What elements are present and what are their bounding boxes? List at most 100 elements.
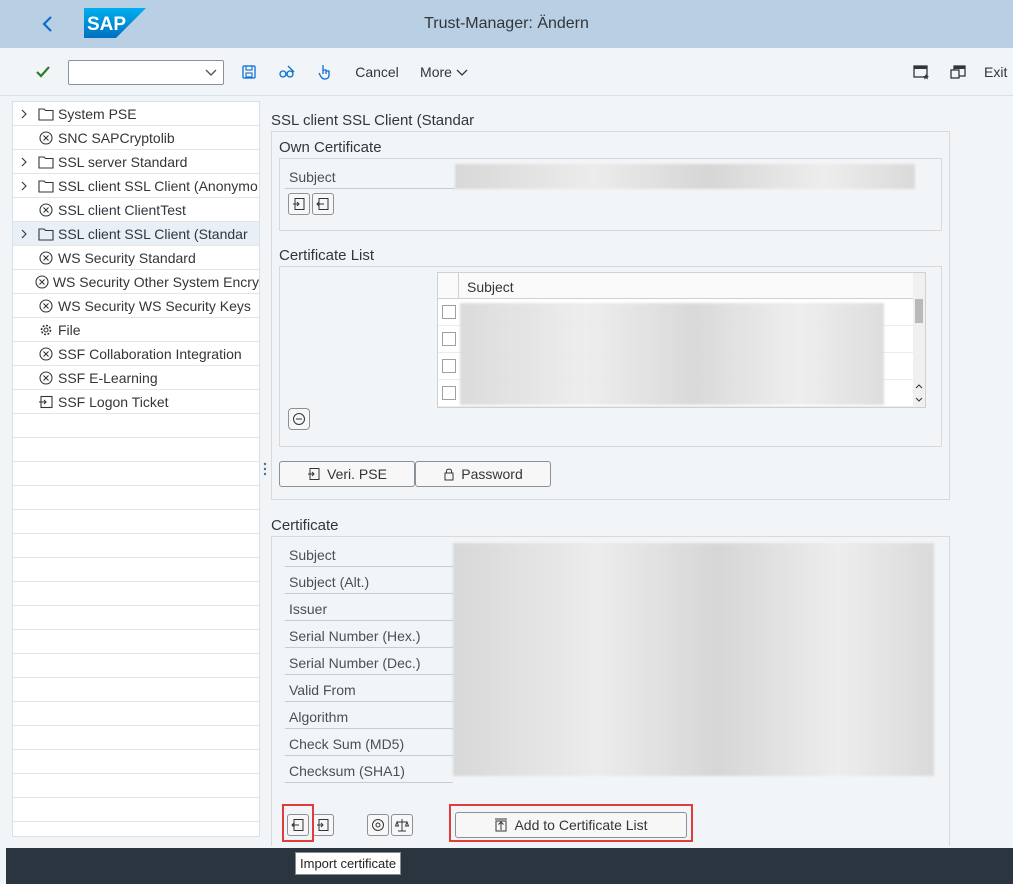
tree-empty-row bbox=[13, 438, 259, 462]
tooltip: Import certificate bbox=[295, 852, 402, 875]
touch-button[interactable] bbox=[314, 48, 336, 96]
save-icon bbox=[242, 65, 256, 79]
tree-empty-row bbox=[13, 702, 259, 726]
chevron-right-icon[interactable] bbox=[13, 228, 35, 240]
pse-title: SSL client SSL Client (Standar bbox=[271, 112, 475, 129]
import-certificate-button[interactable] bbox=[287, 814, 309, 836]
export-own-button[interactable] bbox=[312, 193, 334, 215]
column-subject: Subject bbox=[467, 279, 514, 295]
chevron-right-icon[interactable] bbox=[13, 108, 35, 120]
field-underline bbox=[285, 620, 453, 621]
field-underline bbox=[285, 674, 453, 675]
row-checkbox[interactable] bbox=[442, 359, 456, 373]
cancel-button[interactable]: Cancel bbox=[352, 48, 402, 96]
certificate-field-label: Algorithm bbox=[289, 709, 349, 725]
add-to-certificate-list-button[interactable]: Add to Certificate List bbox=[455, 812, 687, 838]
tree-item[interactable]: SSL client SSL Client (Standar bbox=[13, 222, 259, 246]
tree-empty-row bbox=[13, 534, 259, 558]
row-checkbox[interactable] bbox=[442, 305, 456, 319]
cancel-label: Cancel bbox=[355, 64, 399, 80]
tree-item[interactable]: System PSE bbox=[13, 102, 259, 126]
import-certificate-icon bbox=[291, 819, 304, 831]
tree-empty-row bbox=[13, 558, 259, 582]
circle-x-icon bbox=[35, 130, 57, 145]
more-label: More bbox=[420, 64, 452, 80]
certificate-list-table: Subject bbox=[437, 272, 926, 408]
tree-item[interactable]: SSL client SSL Client (Anonymo bbox=[13, 174, 259, 198]
tree-item[interactable]: WS Security WS Security Keys bbox=[13, 294, 259, 318]
tree-empty-row bbox=[13, 678, 259, 702]
tree-item-label: WS Security WS Security Keys bbox=[58, 297, 251, 314]
field-underline bbox=[285, 701, 453, 702]
tree-item[interactable]: SSF E-Learning bbox=[13, 366, 259, 390]
glasses-pencil-icon bbox=[279, 65, 295, 78]
certificate-values bbox=[453, 543, 934, 776]
tree-empty-row bbox=[13, 486, 259, 510]
more-button[interactable]: More bbox=[416, 48, 472, 96]
enter-button[interactable] bbox=[30, 48, 56, 96]
circle-x-icon bbox=[35, 250, 57, 265]
field-underline bbox=[285, 728, 453, 729]
display-change-button[interactable] bbox=[276, 48, 298, 96]
tree-item[interactable]: SSL server Standard bbox=[13, 150, 259, 174]
scales-icon bbox=[395, 819, 409, 832]
folder-icon bbox=[35, 155, 57, 169]
certificate-seal-icon bbox=[372, 819, 384, 831]
scrollbar-thumb[interactable] bbox=[915, 299, 923, 323]
gear-icon bbox=[35, 323, 57, 337]
field-underline bbox=[285, 647, 453, 648]
drag-handle-icon bbox=[263, 462, 267, 475]
tree-empty-row bbox=[13, 582, 259, 606]
remove-certificate-button[interactable] bbox=[288, 408, 310, 430]
tree-item-label: SSL client ClientTest bbox=[58, 201, 186, 218]
tree-item[interactable]: SSF Logon Ticket bbox=[13, 390, 259, 414]
veri-pse-label: Veri. PSE bbox=[327, 466, 387, 482]
splitter-handle[interactable] bbox=[262, 96, 268, 841]
compare-certificate-button[interactable] bbox=[391, 814, 413, 836]
tree-item-label: SSL client SSL Client (Anonymo bbox=[58, 177, 258, 194]
certificate-field-label: Subject (Alt.) bbox=[289, 574, 370, 590]
chevron-down-icon bbox=[456, 69, 468, 76]
export-certificate-button[interactable] bbox=[312, 814, 334, 836]
password-button[interactable]: Password bbox=[415, 461, 551, 487]
circle-x-icon bbox=[32, 274, 51, 289]
row-checkbox[interactable] bbox=[442, 332, 456, 346]
row-checkbox[interactable] bbox=[442, 386, 456, 400]
command-field[interactable] bbox=[68, 60, 224, 85]
tree-item-label: SSL client SSL Client (Standar bbox=[58, 225, 248, 242]
save-button[interactable] bbox=[238, 48, 260, 96]
title-bar: SAP Trust-Manager: Ändern bbox=[0, 0, 1013, 48]
import-own-button[interactable] bbox=[288, 193, 310, 215]
tree-item[interactable]: WS Security Other System Encry bbox=[13, 270, 259, 294]
gui-window-button[interactable] bbox=[947, 48, 969, 96]
chevron-right-icon[interactable] bbox=[13, 180, 35, 192]
new-window-button[interactable] bbox=[910, 48, 932, 96]
vertical-scrollbar[interactable] bbox=[913, 273, 925, 407]
select-all-column[interactable] bbox=[438, 273, 459, 299]
password-label: Password bbox=[461, 466, 523, 482]
exit-button[interactable]: Exit bbox=[984, 48, 1013, 96]
tree-item[interactable]: SSF Collaboration Integration bbox=[13, 342, 259, 366]
tree-item-label: WS Security Standard bbox=[58, 249, 196, 266]
exit-label: Exit bbox=[984, 64, 1008, 80]
circle-x-icon bbox=[35, 202, 57, 217]
display-certificate-button[interactable] bbox=[367, 814, 389, 836]
certificate-field-label: Check Sum (MD5) bbox=[289, 736, 405, 752]
circle-x-icon bbox=[35, 298, 57, 313]
tree-empty-row bbox=[13, 630, 259, 654]
tree-item[interactable]: WS Security Standard bbox=[13, 246, 259, 270]
chevron-right-icon[interactable] bbox=[13, 156, 35, 168]
field-underline bbox=[285, 188, 455, 189]
tree-item[interactable]: File bbox=[13, 318, 259, 342]
veri-pse-button[interactable]: Veri. PSE bbox=[279, 461, 415, 487]
subject-values bbox=[460, 303, 884, 405]
tree-empty-row bbox=[13, 750, 259, 774]
chevron-down-icon bbox=[205, 69, 217, 76]
hand-pointer-icon bbox=[318, 65, 330, 80]
own-certificate-title: Own Certificate bbox=[279, 139, 382, 156]
field-underline bbox=[285, 593, 453, 594]
tree-item[interactable]: SNC SAPCryptolib bbox=[13, 126, 259, 150]
app-title: Trust-Manager: Ändern bbox=[424, 15, 589, 32]
tree-item[interactable]: SSL client ClientTest bbox=[13, 198, 259, 222]
scroll-arrows-icon[interactable] bbox=[915, 383, 923, 403]
